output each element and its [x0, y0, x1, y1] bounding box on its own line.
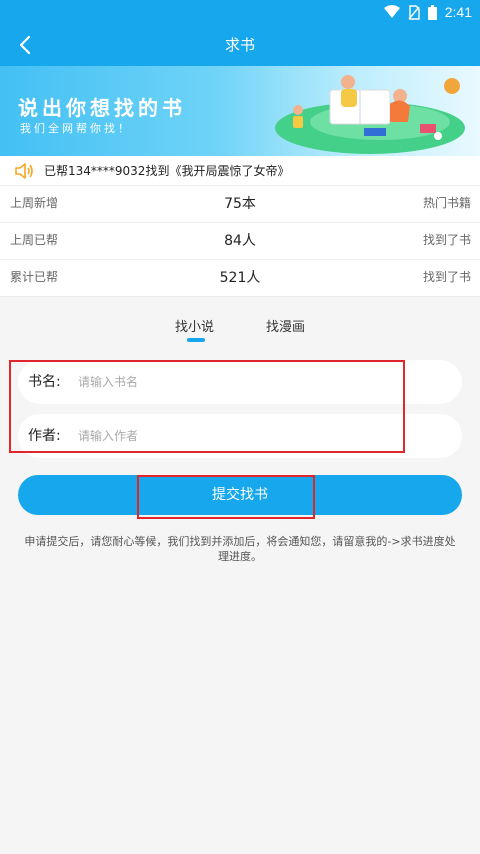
status-time: 2:41 — [444, 4, 472, 20]
banner-title: 说出你想找的书 — [18, 96, 186, 120]
search-type-tabs: 找小说 找漫画 — [0, 300, 480, 360]
stat-value: 521人 — [219, 270, 261, 286]
tab-novel[interactable]: 找小说 — [175, 316, 214, 335]
stat-row-weekly-helped: 上周已帮 84人 找到了书 — [0, 223, 480, 260]
stat-label: 上周新增 — [10, 196, 59, 210]
found-books-link[interactable]: 找到了书 — [423, 260, 471, 295]
author-label: 作者: — [28, 428, 61, 444]
stats-table: 上周新增 75本 热门书籍 上周已帮 84人 找到了书 累计已帮 521人 找到… — [0, 186, 480, 297]
notice-text: 已帮134****9032找到《我开局震惊了女帝》 — [44, 164, 290, 178]
banner-subtitle: 我们全网帮你找！ — [20, 122, 132, 135]
tab-comic[interactable]: 找漫画 — [266, 316, 305, 335]
hint-text: 申请提交后，请您耐心等候，我们找到并添加后，将会通知您，请留意我的->求书进度处… — [24, 535, 456, 563]
hot-books-link[interactable]: 热门书籍 — [423, 186, 471, 221]
speaker-icon — [15, 163, 33, 179]
battery-icon — [427, 4, 437, 20]
submit-button[interactable]: 提交找书 — [18, 475, 462, 515]
reading-illustration — [275, 75, 465, 154]
stat-row-total-helped: 累计已帮 521人 找到了书 — [0, 260, 480, 297]
found-books-link[interactable]: 找到了书 — [423, 223, 471, 258]
stat-value: 84人 — [224, 233, 256, 249]
author-input[interactable] — [78, 424, 448, 448]
book-name-input[interactable] — [78, 370, 448, 394]
status-icons: 2:41 — [383, 2, 472, 22]
page-title: 求书 — [224, 36, 255, 54]
no-sim-icon — [408, 4, 420, 20]
stat-row-weekly-new: 上周新增 75本 热门书籍 — [0, 186, 480, 223]
nav-bar: 求书 — [0, 24, 480, 66]
book-name-field: 书名: — [18, 360, 462, 404]
author-field: 作者: — [18, 414, 462, 458]
banner[interactable]: 说出你想找的书 我们全网帮你找！ — [0, 66, 480, 156]
book-name-label: 书名: — [28, 374, 61, 390]
notice-bar: 已帮134****9032找到《我开局震惊了女帝》 — [0, 156, 480, 186]
stat-value: 75本 — [224, 196, 256, 212]
stat-label: 上周已帮 — [10, 233, 59, 247]
stat-label: 累计已帮 — [10, 270, 59, 284]
active-tab-indicator — [187, 338, 205, 342]
wifi-icon — [383, 5, 400, 18]
status-bar: 2:41 — [0, 0, 480, 24]
